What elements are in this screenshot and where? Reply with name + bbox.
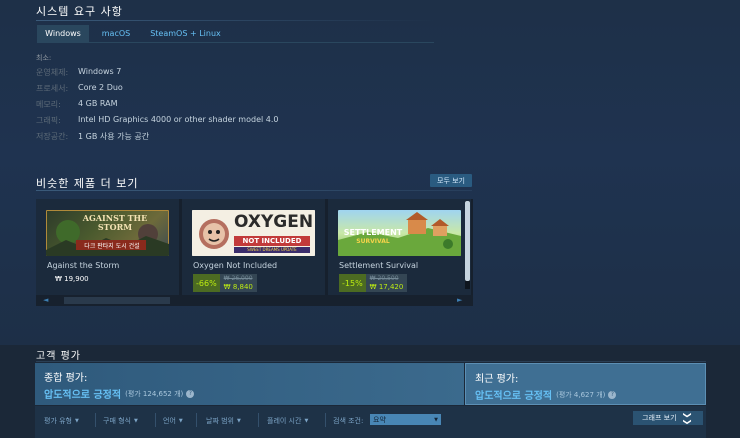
req-row-memory: 메모리: 4 GB RAM	[36, 99, 117, 110]
capsule-title: SETTLEMENT	[343, 228, 403, 237]
caret-down-icon: ▼	[304, 418, 309, 424]
game-capsule[interactable]: SETTLEMENT SURVIVAL	[338, 210, 461, 256]
req-row-storage: 저장공간: 1 GB 사용 가능 공간	[36, 131, 149, 142]
filter-separator	[155, 413, 156, 427]
overall-reviews-box: 종합 평가: 압도적으로 긍정적 (평가 124,652 개) ?	[35, 363, 464, 405]
scroll-right-arrow-icon[interactable]: ►	[457, 296, 462, 304]
similar-carousel: AGAINST THE STORM 다크 판타지 도시 건설 Against t…	[36, 199, 473, 295]
tab-windows[interactable]: Windows	[37, 25, 89, 42]
game-name[interactable]: Against the Storm	[47, 261, 119, 270]
recent-reviews-box: 최근 평가: 압도적으로 긍정적 (평가 4,627 개) ?	[465, 363, 706, 405]
recent-reviews-label: 최근 평가:	[475, 374, 519, 385]
caret-down-icon: ▼	[237, 418, 241, 424]
double-chevron-down-icon: ❯❯	[682, 411, 692, 425]
tab-macos[interactable]: macOS	[90, 25, 142, 42]
see-all-button[interactable]: 모두 보기	[430, 174, 472, 187]
req-key: 저장공간:	[36, 132, 69, 141]
caret-down-icon: ▼	[434, 416, 438, 423]
filter-separator	[325, 413, 326, 427]
overall-rating[interactable]: 압도적으로 긍정적	[44, 386, 121, 401]
filter-purchase-type[interactable]: 구매 형식 ▼	[103, 416, 138, 426]
recent-review-count: (평가 4,627 개)	[556, 390, 606, 399]
discount-percent: -66%	[193, 274, 220, 292]
discount-block: -66% ₩ 26,000 ₩ 8,840	[193, 274, 257, 292]
capsule-tag: SWEET DREAMS UPDATE	[247, 247, 297, 252]
select-value: 요약	[373, 415, 386, 424]
req-value: Intel HD Graphics 4000 or other shader m…	[78, 115, 279, 124]
req-key: 그래픽:	[36, 116, 61, 125]
sysreq-divider	[36, 20, 434, 21]
filter-date-range[interactable]: 날짜 범위 ▼	[206, 416, 241, 426]
capsule-subtitle: SURVIVAL	[356, 238, 390, 245]
req-key: 프로세서:	[36, 84, 69, 93]
filter-separator	[258, 413, 259, 427]
game-capsule[interactable]: OXYGEN NOT INCLUDED SWEET DREAMS UPDATE	[192, 210, 315, 256]
capsule-subtitle: 다크 판타지 도시 건설	[84, 243, 140, 250]
tab-steamos-linux[interactable]: SteamOS + Linux	[143, 25, 228, 42]
game-card-oxygen-not-included[interactable]: OXYGEN NOT INCLUDED SWEET DREAMS UPDATE …	[182, 199, 325, 295]
filter-label: 플레이 시간	[267, 417, 302, 425]
game-name[interactable]: Oxygen Not Included	[193, 261, 277, 270]
carousel-scrollbar[interactable]	[36, 295, 473, 306]
filter-label: 날짜 범위	[206, 417, 234, 425]
original-price: ₩ 20,500	[369, 275, 399, 282]
help-icon[interactable]: ?	[186, 389, 195, 398]
filter-separator	[95, 413, 96, 427]
capsule-subtitle: NOT INCLUDED	[242, 237, 302, 245]
original-price: ₩ 26,000	[223, 275, 253, 282]
search-condition-label: 검색 조건:	[333, 417, 364, 425]
overall-reviews-summary: 압도적으로 긍정적 (평가 124,652 개) ?	[44, 386, 195, 401]
final-price: ₩ 8,840	[223, 283, 253, 291]
req-row-os: 운영체제: Windows 7	[36, 67, 121, 78]
caret-down-icon: ▼	[178, 418, 183, 424]
recent-rating[interactable]: 압도적으로 긍정적	[475, 387, 552, 402]
overall-review-count: (평가 124,652 개)	[125, 389, 184, 398]
caret-down-icon: ▼	[134, 418, 138, 424]
req-row-processor: 프로세서: Core 2 Duo	[36, 83, 123, 94]
carousel-vertical-thumb[interactable]	[465, 201, 470, 281]
req-value: 1 GB 사용 가능 공간	[78, 132, 150, 141]
capsule-title: AGAINST THE STORM	[82, 213, 148, 232]
req-value: Windows 7	[78, 67, 122, 76]
filter-language[interactable]: 언어 ▼	[163, 416, 183, 426]
reviews-divider	[36, 361, 706, 362]
help-icon[interactable]: ?	[608, 390, 617, 399]
graph-button-label: 그래프 보기	[642, 414, 677, 422]
game-card-settlement-survival[interactable]: SETTLEMENT SURVIVAL Settlement Survival …	[328, 199, 471, 295]
discount-block: -15% ₩ 20,500 ₩ 17,420	[339, 274, 408, 292]
reviews-title: 고객 평가	[36, 351, 81, 362]
game-price: ₩ 19,900	[55, 275, 89, 283]
filter-label: 평가 유형	[44, 417, 72, 425]
req-key: 메모리:	[36, 100, 61, 109]
req-key: 운영체제:	[36, 68, 69, 77]
filter-playtime[interactable]: 플레이 시간 ▼	[267, 416, 308, 426]
sysreq-title: 시스템 요구 사항	[36, 5, 123, 18]
caret-down-icon: ▼	[75, 418, 79, 424]
req-row-graphics: 그래픽: Intel HD Graphics 4000 or other sha…	[36, 115, 278, 126]
show-graph-button[interactable]: 그래프 보기 ❯❯	[633, 411, 703, 425]
similar-divider	[36, 190, 472, 191]
discount-percent: -15%	[339, 274, 366, 292]
game-capsule[interactable]: AGAINST THE STORM 다크 판타지 도시 건설	[46, 210, 169, 256]
game-card-against-the-storm[interactable]: AGAINST THE STORM 다크 판타지 도시 건설 Against t…	[36, 199, 179, 295]
capsule-title: OXYGEN	[234, 212, 314, 232]
final-price: ₩ 17,420	[369, 283, 404, 291]
min-requirements-label: 최소:	[36, 54, 52, 62]
discount-prices: ₩ 26,000 ₩ 8,840	[219, 274, 257, 292]
filter-separator	[196, 413, 197, 427]
recent-reviews-summary: 압도적으로 긍정적 (평가 4,627 개) ?	[475, 387, 617, 402]
req-value: 4 GB RAM	[78, 99, 118, 108]
review-language-select[interactable]: 요약 ▼	[370, 414, 441, 425]
filter-review-type[interactable]: 평가 유형 ▼	[44, 416, 79, 426]
req-value: Core 2 Duo	[78, 83, 123, 92]
discount-prices: ₩ 20,500 ₩ 17,420	[365, 274, 408, 292]
game-name[interactable]: Settlement Survival	[339, 261, 418, 270]
carousel-scroll-thumb[interactable]	[64, 297, 170, 304]
scroll-left-arrow-icon[interactable]: ◄	[43, 296, 48, 304]
filter-label: 구매 형식	[103, 417, 131, 425]
filter-label: 언어	[163, 417, 176, 425]
overall-reviews-label: 종합 평가:	[44, 373, 88, 384]
similar-games-title: 비슷한 제품 더 보기	[36, 177, 139, 190]
tab-bar-divider	[37, 42, 434, 43]
